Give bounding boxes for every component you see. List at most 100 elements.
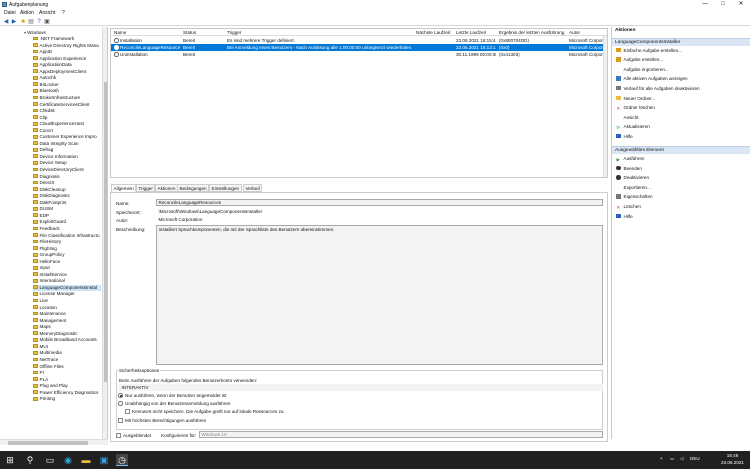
- action-item[interactable]: Beenden: [616, 165, 748, 172]
- task-view-icon[interactable]: ▭: [44, 454, 56, 466]
- properties-icon[interactable]: ▤: [28, 19, 34, 25]
- tree-item[interactable]: ›ExploitGuard: [33, 219, 101, 225]
- action-item[interactable]: Verlauf für alle Aufgaben deaktivieren: [616, 85, 748, 92]
- tree-item[interactable]: ApplicationData: [33, 62, 101, 68]
- file-explorer-icon[interactable]: ▬: [80, 454, 92, 466]
- column-next-run[interactable]: Nächste Laufzeit: [416, 30, 450, 35]
- search-icon[interactable]: ⚲: [24, 454, 36, 466]
- task-list-scrollbar[interactable]: [603, 36, 607, 177]
- tree-item[interactable]: CertificateServicesClient: [33, 102, 101, 108]
- panel-icon[interactable]: ▣: [44, 19, 50, 25]
- tree-item[interactable]: PI: [33, 370, 101, 376]
- tree-item[interactable]: ›PLA: [33, 377, 101, 383]
- action-item[interactable]: Einfache Aufgabe erstellen...: [616, 47, 748, 54]
- tray-language[interactable]: DEU: [690, 456, 700, 461]
- action-item[interactable]: Hilfe: [616, 213, 748, 220]
- action-item[interactable]: ✕ Ordner löschen: [616, 104, 748, 111]
- tree-item[interactable]: Concrt: [33, 128, 101, 134]
- maximize-button[interactable]: □: [714, 0, 732, 9]
- tree-item[interactable]: Location: [33, 305, 101, 311]
- tree-item[interactable]: Defrag: [33, 147, 101, 153]
- tree-item[interactable]: MUI: [33, 344, 101, 350]
- hidden-checkbox[interactable]: [116, 433, 121, 438]
- action-item[interactable]: Hilfe: [616, 133, 748, 140]
- column-trigger[interactable]: Trigger: [227, 30, 241, 35]
- tree-item[interactable]: Flighting: [33, 246, 101, 252]
- folder-icon[interactable]: ■: [20, 19, 26, 25]
- tree-item[interactable]: ›LanguageComponentsInstal: [33, 284, 101, 291]
- tray-chevron-icon[interactable]: ˄: [660, 456, 663, 461]
- tree-item[interactable]: EDP: [33, 213, 101, 219]
- table-row[interactable]: Uninstallation Bereit 30.11.1999 00:00:00(…: [111, 51, 607, 58]
- table-row[interactable]: ReconcileLanguageResources Bereit Bei Anme…: [111, 44, 607, 51]
- tree-item[interactable]: Autochk: [33, 75, 101, 81]
- action-item[interactable]: Aufgabe erstellen...: [616, 56, 748, 63]
- tree-item[interactable]: ›File Classification Infrastructu: [33, 233, 101, 239]
- column-author[interactable]: Autor: [569, 30, 580, 35]
- tree-item[interactable]: NetTrace: [33, 357, 101, 363]
- tree-item[interactable]: ›AppID: [33, 49, 101, 55]
- tab-trigger[interactable]: Trigger: [136, 184, 156, 192]
- menu-help[interactable]: ?: [62, 10, 65, 16]
- back-arrow-icon[interactable]: ◀: [3, 19, 9, 25]
- column-name[interactable]: Name: [114, 30, 126, 35]
- tree-scrollbar[interactable]: [102, 27, 107, 439]
- column-last-run[interactable]: Letzte Laufzeit: [456, 30, 486, 35]
- tree-item[interactable]: Active Directory Rights Mana: [33, 43, 101, 49]
- tree-item[interactable]: Data Integrity Scan: [33, 141, 101, 147]
- tree-item[interactable]: GroupPolicy: [33, 252, 101, 258]
- close-button[interactable]: ✕: [732, 0, 750, 9]
- run-only-logged-on-radio[interactable]: [118, 393, 123, 398]
- network-tray-icon[interactable]: ▭: [670, 456, 674, 462]
- tree-item[interactable]: ›DirectX: [33, 180, 101, 186]
- tree-item[interactable]: Device Information: [33, 154, 101, 160]
- tree-item[interactable]: MemoryDiagnostic: [33, 331, 101, 337]
- run-whether-logged-on-radio[interactable]: [118, 401, 123, 406]
- tree-item[interactable]: ›Feedback: [33, 226, 101, 232]
- tree-item[interactable]: ›DeviceDirectoryClient: [33, 167, 101, 173]
- tree-item[interactable]: BitLocker: [33, 82, 101, 88]
- configure-for-select[interactable]: Windows 10: [199, 431, 603, 438]
- description-field[interactable]: Installiert Sprachkomponenten, die mit d…: [156, 225, 603, 365]
- menu-action[interactable]: Aktion: [20, 10, 34, 16]
- tree-item[interactable]: ›BrokerInfrastructure: [33, 95, 101, 101]
- actions-section-selected[interactable]: Ausgewähltes Element: [612, 146, 750, 154]
- tab-conditions[interactable]: Bedingungen: [177, 184, 210, 192]
- edge-icon[interactable]: ◉: [62, 454, 74, 466]
- menu-file[interactable]: Datei: [4, 10, 16, 16]
- tab-history[interactable]: Verlauf: [243, 184, 263, 192]
- tree-item[interactable]: Plug and Play: [33, 383, 101, 389]
- action-item[interactable]: Deaktivieren: [616, 174, 748, 181]
- tree-item[interactable]: ›Customer Experience Impro: [33, 134, 101, 140]
- volume-tray-icon[interactable]: ◁: [680, 456, 684, 462]
- tree-item[interactable]: Chkdsk: [33, 108, 101, 114]
- system-clock[interactable]: 16:46 23.06.2021: [721, 453, 744, 466]
- tree-item[interactable]: ›Diagnosis: [33, 174, 101, 180]
- minimize-button[interactable]: —: [696, 0, 714, 9]
- tree-item[interactable]: DUSM: [33, 206, 101, 212]
- tree-item[interactable]: AppxDeploymentClient: [33, 69, 101, 75]
- action-item[interactable]: Exportieren...: [616, 184, 748, 191]
- tree-item[interactable]: HelloFace: [33, 259, 101, 265]
- column-status[interactable]: Status: [183, 30, 196, 35]
- tree-item[interactable]: .NET Framework: [33, 36, 101, 42]
- tree-item[interactable]: ›Live: [33, 298, 101, 304]
- task-scheduler-taskbar-icon[interactable]: ◷: [116, 454, 128, 466]
- help-icon[interactable]: ?: [36, 19, 42, 25]
- tree-item[interactable]: License Manager: [33, 291, 101, 297]
- tree-item[interactable]: ›Application Experience: [33, 56, 101, 62]
- tree-scroll-thumb[interactable]: [104, 82, 107, 382]
- table-row[interactable]: Installation Bereit Es sind mehrere Trigge…: [111, 37, 607, 44]
- tree-item[interactable]: DiskFootprint: [33, 200, 101, 206]
- highest-privileges-checkbox[interactable]: [118, 418, 123, 423]
- tree-item[interactable]: ›Mobile Broadband Accounts: [33, 337, 101, 343]
- column-last-result[interactable]: Ergebnis der letzten Ausführung: [499, 30, 564, 35]
- tree-item[interactable]: CloudExperienceHost: [33, 121, 101, 127]
- tree-item[interactable]: ›Maps: [33, 324, 101, 330]
- actions-section-folder[interactable]: LanguageComponentsInstaller: [612, 38, 750, 46]
- tree-hscroll-thumb[interactable]: [8, 441, 88, 445]
- tree-item[interactable]: ›Management: [33, 318, 101, 324]
- action-item[interactable]: Ansicht: [616, 114, 748, 121]
- tree-item[interactable]: Device Setup: [33, 160, 101, 166]
- tree-item[interactable]: Maintenance: [33, 311, 101, 317]
